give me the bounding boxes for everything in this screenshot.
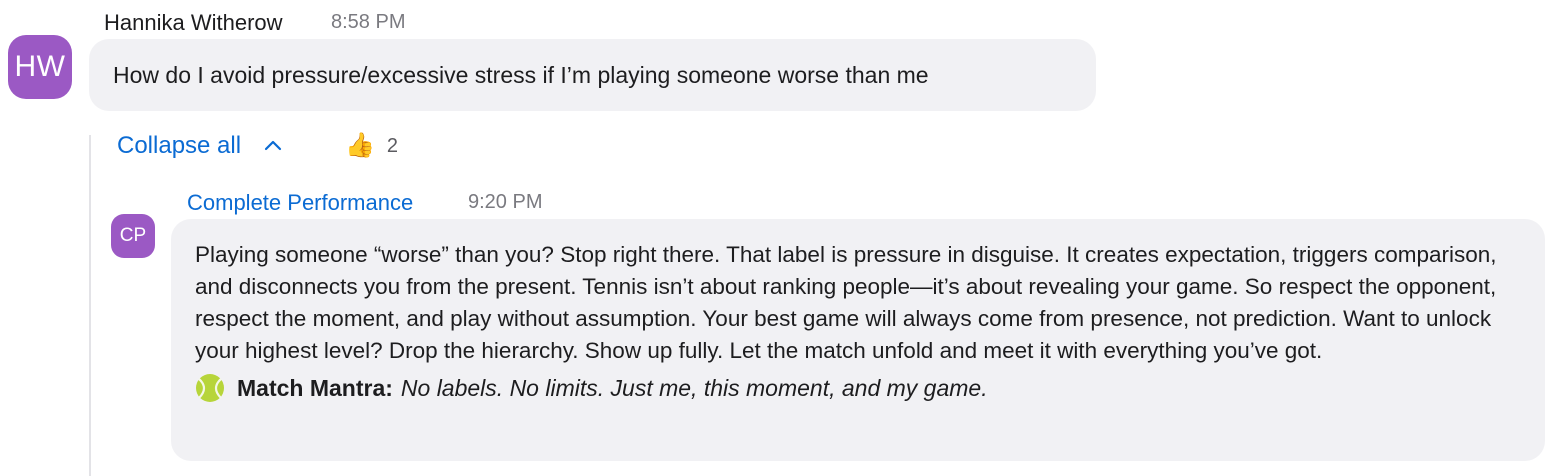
reply-bubble[interactable]: Playing someone “worse” than you? Stop r… <box>171 219 1545 461</box>
mantra-text: No labels. No limits. Just me, this mome… <box>400 374 988 401</box>
reply-sender-name[interactable]: Complete Performance <box>187 190 413 216</box>
sender-name[interactable]: Hannika Witherow <box>104 10 283 36</box>
chat-thread: HW Hannika Witherow 8:58 PM How do I avo… <box>0 0 1558 476</box>
reply-text: Playing someone “worse” than you? Stop r… <box>195 242 1497 363</box>
tennis-ball-icon <box>196 374 224 402</box>
reaction-count: 2 <box>386 134 399 157</box>
collapse-all-button[interactable]: Collapse all <box>117 130 283 162</box>
thread-line <box>89 135 91 476</box>
thumbs-up-icon: 👍 <box>345 132 375 159</box>
message-timestamp: 8:58 PM <box>331 11 406 33</box>
reply-timestamp: 9:20 PM <box>468 191 543 213</box>
message-bubble[interactable]: How do I avoid pressure/excessive stress… <box>89 39 1096 111</box>
avatar[interactable]: HW <box>8 35 72 99</box>
reaction-thumbs-up[interactable]: 👍 2 <box>345 130 398 162</box>
reply-avatar[interactable]: CP <box>111 214 155 258</box>
match-mantra: Match Mantra: No labels. No limits. Just… <box>195 373 1525 403</box>
collapse-all-label: Collapse all <box>117 132 242 159</box>
chevron-up-icon <box>264 140 282 151</box>
mantra-label: Match Mantra: <box>237 374 393 401</box>
message-text: How do I avoid pressure/excessive stress… <box>113 61 929 88</box>
